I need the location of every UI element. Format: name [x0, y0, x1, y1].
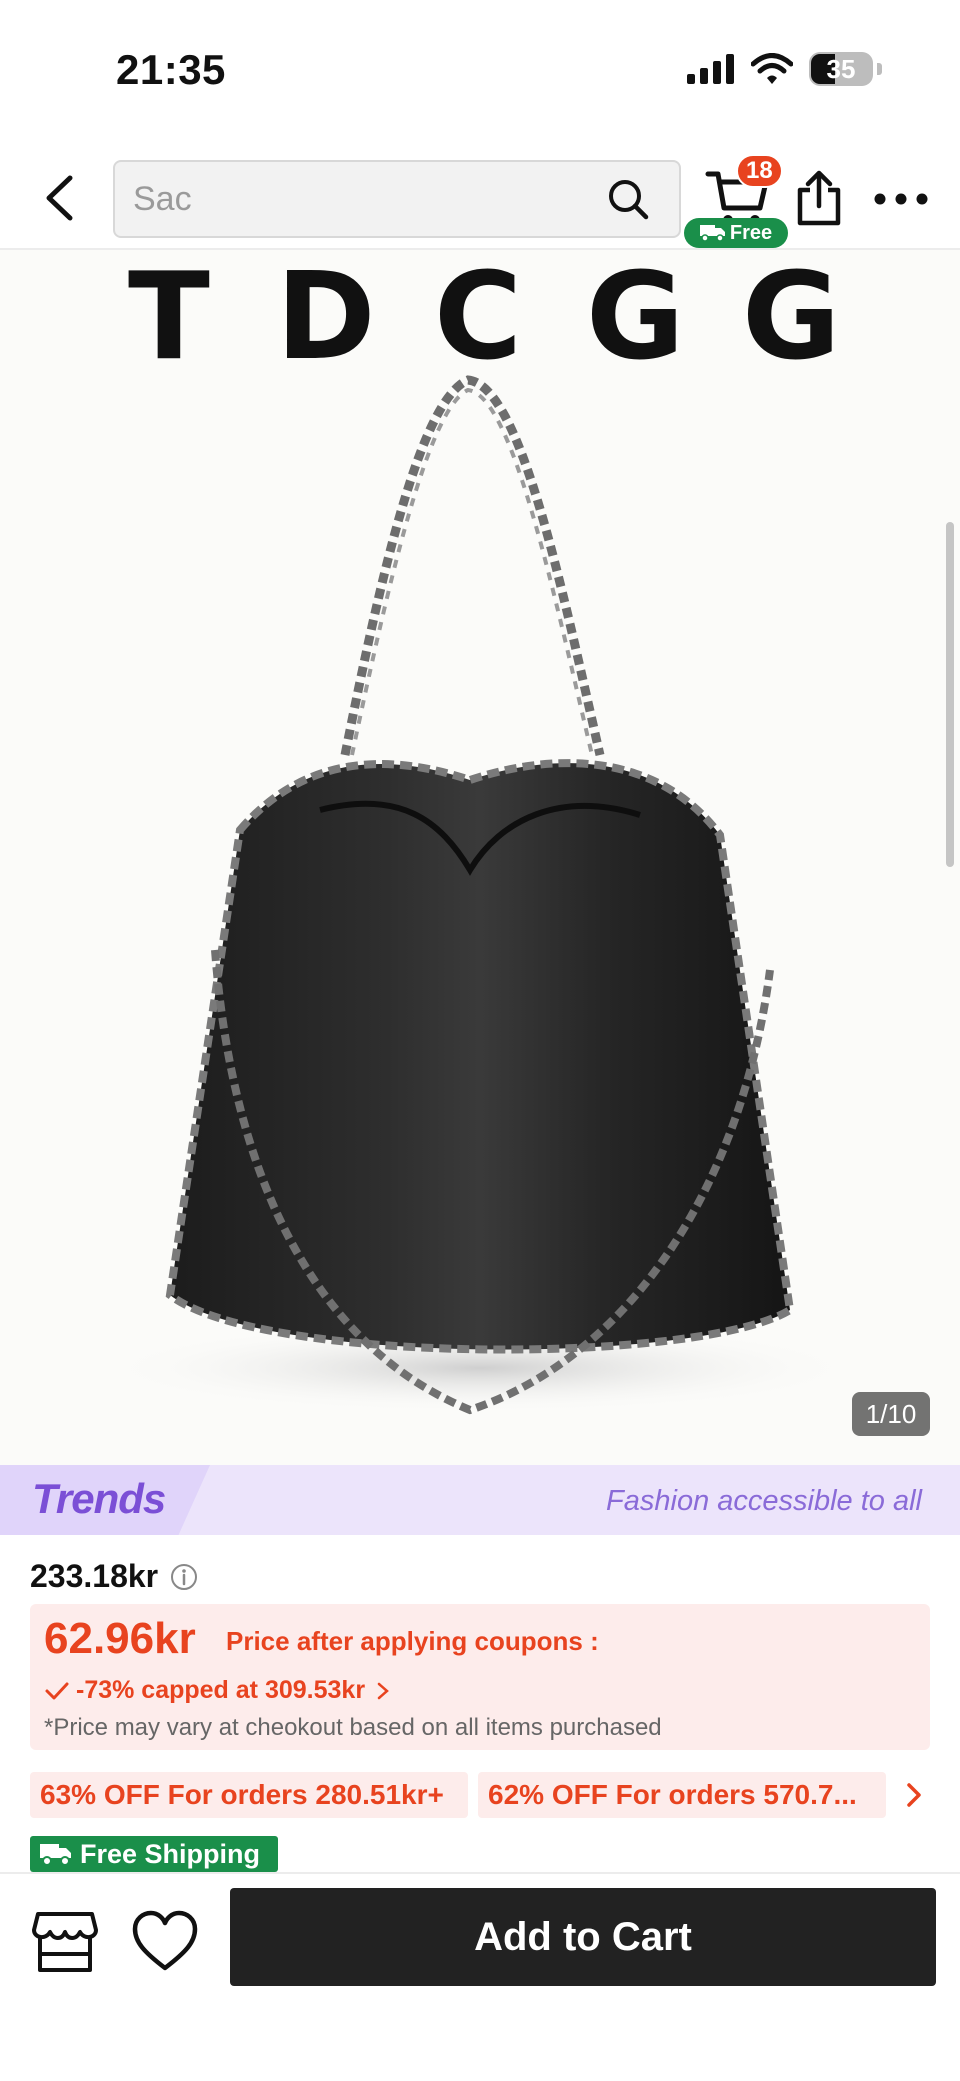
status-time: 21:35 [116, 46, 226, 93]
price-row: 233.18kr [30, 1558, 198, 1595]
free-badge-label: Free [729, 221, 773, 244]
check-icon [45, 1682, 69, 1699]
back-button[interactable] [34, 170, 84, 226]
search-input[interactable] [133, 162, 603, 236]
discount-text: -73% capped at 309.53kr [76, 1676, 366, 1704]
product-image[interactable]: T D C G G [0, 250, 960, 1465]
add-to-cart-button[interactable]: Add to Cart [230, 1888, 936, 1986]
free-shipping-badge: Free [684, 218, 788, 248]
more-options-icon[interactable] [872, 184, 930, 214]
free-shipping-text: Free Shipping [80, 1838, 261, 1869]
share-icon[interactable] [796, 170, 842, 226]
price-note: *Price may vary at cheokout based on all… [44, 1714, 662, 1741]
battery-level: 35 [826, 53, 856, 84]
status-bar: 21:35 35 [0, 0, 960, 140]
search-box[interactable] [113, 160, 681, 238]
bottom-action-bar: Add to Cart [0, 1872, 960, 2081]
scroll-indicator [946, 522, 954, 867]
info-icon[interactable] [170, 1563, 198, 1591]
promo-chip[interactable]: 63% OFF For orders 280.51kr+ [30, 1772, 468, 1818]
nav-bar: 18 Free [0, 140, 960, 250]
battery-icon: 35 [809, 52, 873, 86]
chevron-left-icon [46, 175, 73, 221]
image-counter: 1/10 [852, 1392, 930, 1436]
original-price: 233.18kr [30, 1558, 159, 1594]
truck-icon [699, 225, 725, 242]
search-icon[interactable] [607, 178, 649, 220]
cart-count-badge: 18 [736, 154, 783, 188]
promo-row: 63% OFF For orders 280.51kr+ 62% OFF For… [30, 1772, 930, 1818]
battery-tip [877, 63, 882, 75]
status-icons: 35 [687, 52, 882, 86]
tote-bag-illustration [100, 375, 860, 1415]
trends-banner[interactable]: Trends Fashion accessible to all [0, 1465, 960, 1535]
free-shipping-label: Free Shipping [30, 1836, 278, 1872]
discount-line[interactable]: -73% capped at 309.53kr [44, 1676, 391, 1705]
heart-icon[interactable] [132, 1910, 198, 1974]
trends-logo: Trends [32, 1475, 166, 1522]
store-icon[interactable] [32, 1910, 98, 1974]
trends-tagline: Fashion accessible to all [606, 1485, 922, 1517]
chevron-right-icon [377, 1682, 389, 1699]
truck-icon [40, 1844, 71, 1866]
signal-icon [687, 54, 734, 84]
wifi-icon [751, 53, 793, 84]
coupon-price-box[interactable]: 62.96kr Price after applying coupons : -… [30, 1604, 930, 1750]
coupon-price: 62.96kr [44, 1614, 196, 1663]
promo-chip[interactable]: 62% OFF For orders 570.7... [478, 1772, 886, 1818]
chevron-right-icon[interactable] [902, 1780, 926, 1810]
coupon-label: Price after applying coupons : [226, 1626, 599, 1656]
